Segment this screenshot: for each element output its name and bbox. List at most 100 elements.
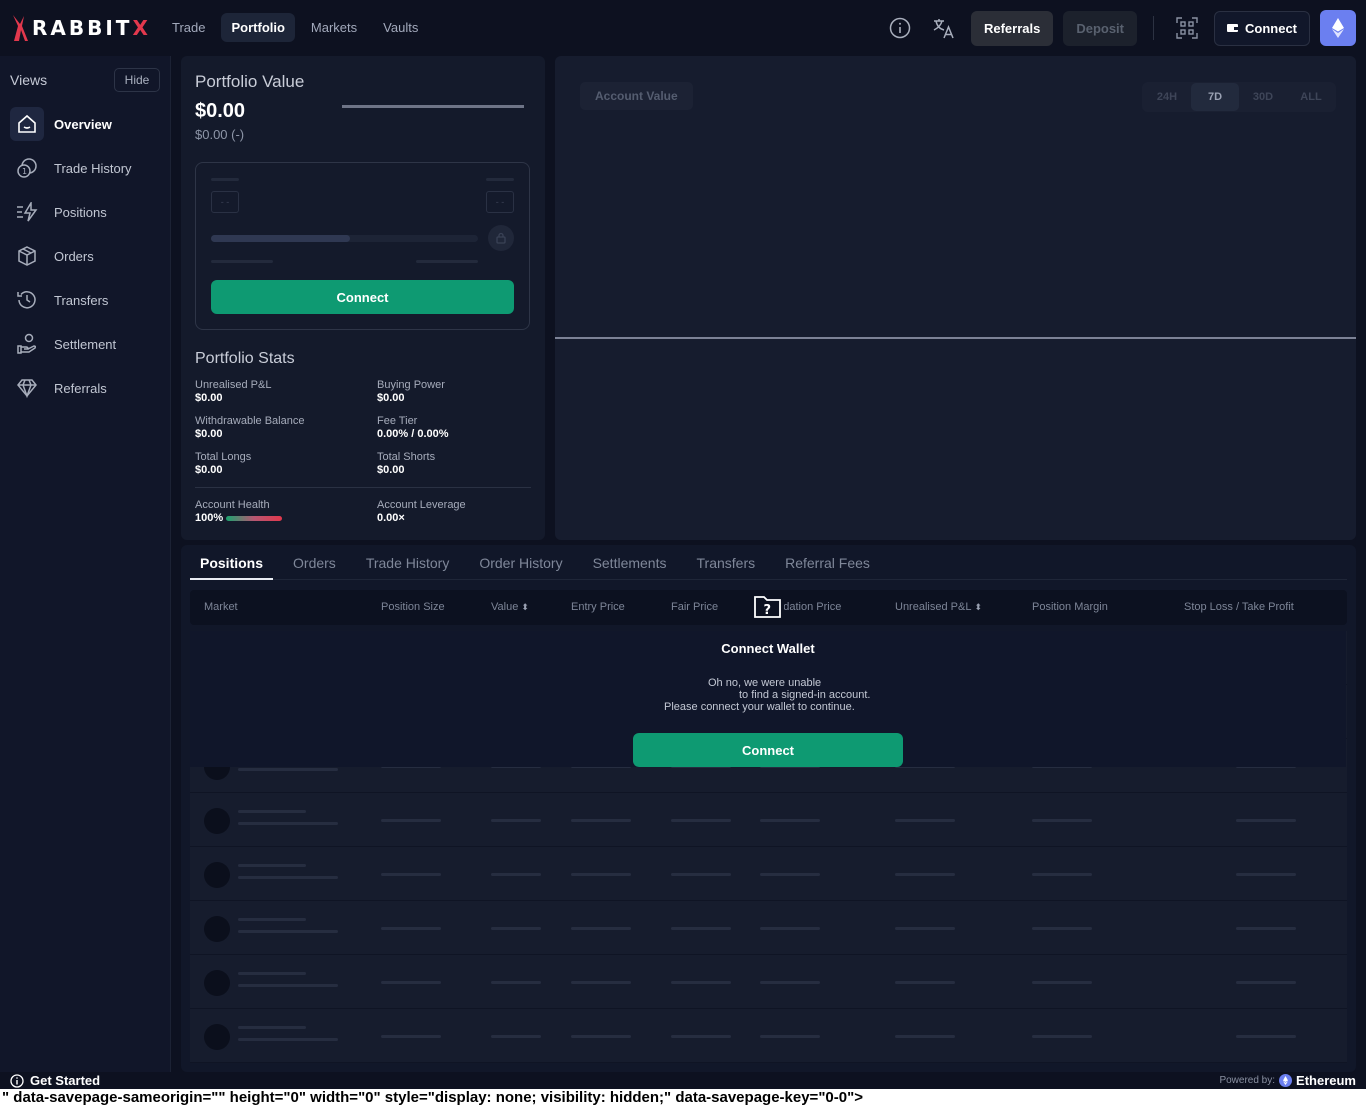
skeleton-bar [671, 981, 731, 984]
sidebar-item-overview[interactable]: Overview [10, 102, 162, 146]
col-fair-price[interactable]: Fair Price [671, 601, 718, 613]
col-position-margin[interactable]: Position Margin [1032, 601, 1108, 613]
skeleton-avatar [204, 862, 230, 888]
skeleton-bar [491, 1035, 541, 1038]
lightning-lines-icon [10, 195, 44, 229]
skeleton-bar [238, 822, 338, 825]
referrals-button[interactable]: Referrals [970, 10, 1054, 46]
skeleton-bar [1236, 819, 1296, 822]
col-position-size[interactable]: Position Size [381, 601, 445, 613]
logo-text: RABBITX [32, 16, 151, 40]
main-nav: Trade Portfolio Markets Vaults [162, 13, 428, 42]
skeleton-bar [491, 819, 541, 822]
tab-referral-fees[interactable]: Referral Fees [775, 545, 880, 580]
skeleton-bar [895, 819, 955, 822]
connect-button[interactable]: Connect [211, 280, 514, 314]
nav-trade[interactable]: Trade [162, 13, 215, 42]
stat-fee-tier: Fee Tier 0.00% / 0.00% [377, 415, 547, 440]
connect-wallet-message: Oh no, we were unable to find a signed-i… [620, 677, 920, 713]
col-unrealised-pnl[interactable]: Unrealised P&L ⬍ [895, 601, 982, 613]
skeleton-bar [571, 981, 631, 984]
portfolio-card: Portfolio Value $0.00 $0.00 (-) - - - - … [181, 56, 545, 540]
sidebar-item-settlement[interactable]: Settlement [10, 322, 162, 366]
connect-wallet-button[interactable]: Connect [633, 733, 903, 767]
page-source-artifact: " data-savepage-sameorigin="" height="0"… [0, 1089, 1366, 1108]
skeleton-bar [238, 864, 306, 867]
sidebar-item-positions[interactable]: Positions [10, 190, 162, 234]
sidebar: Views Hide Overview 1 Trade History Posi… [0, 56, 171, 1072]
stat-value: 0.00× [377, 512, 405, 524]
col-entry-price[interactable]: Entry Price [571, 601, 625, 613]
get-started-link[interactable]: Get Started [10, 1073, 100, 1088]
translate-icon[interactable] [927, 11, 961, 45]
skeleton-avatar [204, 970, 230, 996]
range-30d[interactable]: 30D [1239, 83, 1287, 111]
skeleton-bar [571, 927, 631, 930]
stat-value: $0.00 [195, 428, 223, 440]
account-value-selector[interactable]: Account Value [580, 82, 693, 110]
lock-icon [488, 225, 514, 251]
nav-markets[interactable]: Markets [301, 13, 367, 42]
tab-order-history[interactable]: Order History [469, 545, 572, 580]
sidebar-item-referrals[interactable]: Referrals [10, 366, 162, 410]
ethereum-icon [1279, 1074, 1293, 1087]
stat-value: $0.00 [195, 392, 223, 404]
col-value[interactable]: Value ⬍ [491, 601, 529, 613]
skeleton-bar [1032, 819, 1092, 822]
col-sl-tp[interactable]: Stop Loss / Take Profit [1184, 601, 1294, 613]
rabbit-logo-icon [13, 15, 28, 41]
stat-label: Total Longs [195, 451, 252, 463]
sidebar-item-transfers[interactable]: Transfers [10, 278, 162, 322]
network-name: Ethereum [1296, 1073, 1356, 1088]
info-icon[interactable] [883, 11, 917, 45]
skeleton-bar [1032, 1035, 1092, 1038]
divider [1153, 16, 1154, 40]
skeleton-bar [671, 927, 731, 930]
diamond-icon [10, 371, 44, 405]
range-24h[interactable]: 24H [1143, 83, 1191, 111]
skeleton-bar [238, 810, 306, 813]
nav-portfolio[interactable]: Portfolio [221, 13, 295, 42]
nav-vaults[interactable]: Vaults [373, 13, 428, 42]
sidebar-list: Overview 1 Trade History Positions Order… [10, 102, 162, 410]
skeleton-bar [211, 178, 239, 181]
skeleton-bar [416, 260, 478, 263]
qr-scan-icon[interactable] [1170, 11, 1204, 45]
col-market[interactable]: Market [204, 601, 238, 613]
deposit-button[interactable]: Deposit [1063, 10, 1137, 46]
sort-icon[interactable]: ⬍ [521, 602, 529, 612]
skeleton-bar [760, 819, 820, 822]
tab-settlements[interactable]: Settlements [583, 545, 677, 580]
wallet-icon [1227, 24, 1239, 32]
sidebar-item-trade-history[interactable]: 1 Trade History [10, 146, 162, 190]
network-selector[interactable] [1320, 10, 1356, 46]
tab-positions[interactable]: Positions [190, 545, 274, 580]
home-icon [10, 107, 44, 141]
stat-total-longs: Total Longs $0.00 [195, 451, 365, 476]
hide-sidebar-button[interactable]: Hide [114, 68, 160, 92]
skeleton-bar [895, 1035, 955, 1038]
tab-orders[interactable]: Orders [283, 545, 346, 580]
sort-icon[interactable]: ⬍ [974, 602, 982, 612]
sidebar-item-orders[interactable]: Orders [10, 234, 162, 278]
range-all[interactable]: ALL [1287, 83, 1335, 111]
connect-wallet-button[interactable]: Connect [1214, 10, 1310, 46]
tab-transfers[interactable]: Transfers [687, 545, 766, 580]
skeleton-bar [238, 972, 306, 975]
stat-withdrawable-balance: Withdrawable Balance $0.00 [195, 415, 365, 440]
sidebar-item-label: Transfers [54, 292, 109, 308]
tab-trade-history[interactable]: Trade History [356, 545, 460, 580]
skeleton-bar [238, 918, 306, 921]
top-navigation-bar: RABBITX Trade Portfolio Markets Vaults R… [0, 0, 1366, 56]
portfolio-value: $0.00 [195, 100, 246, 122]
box-icon [10, 239, 44, 273]
stat-value: $0.00 [377, 464, 405, 476]
range-7d[interactable]: 7D [1191, 83, 1239, 111]
clock-history-icon [10, 283, 44, 317]
message-line: Please connect your wallet to continue. [664, 701, 855, 713]
rabbitx-logo[interactable]: RABBITX [10, 14, 151, 42]
positions-tabs: Positions Orders Trade History Order His… [190, 545, 1347, 580]
views-label: Views [10, 72, 48, 88]
skeleton-bar [491, 873, 541, 876]
portfolio-sparkline [342, 105, 524, 108]
